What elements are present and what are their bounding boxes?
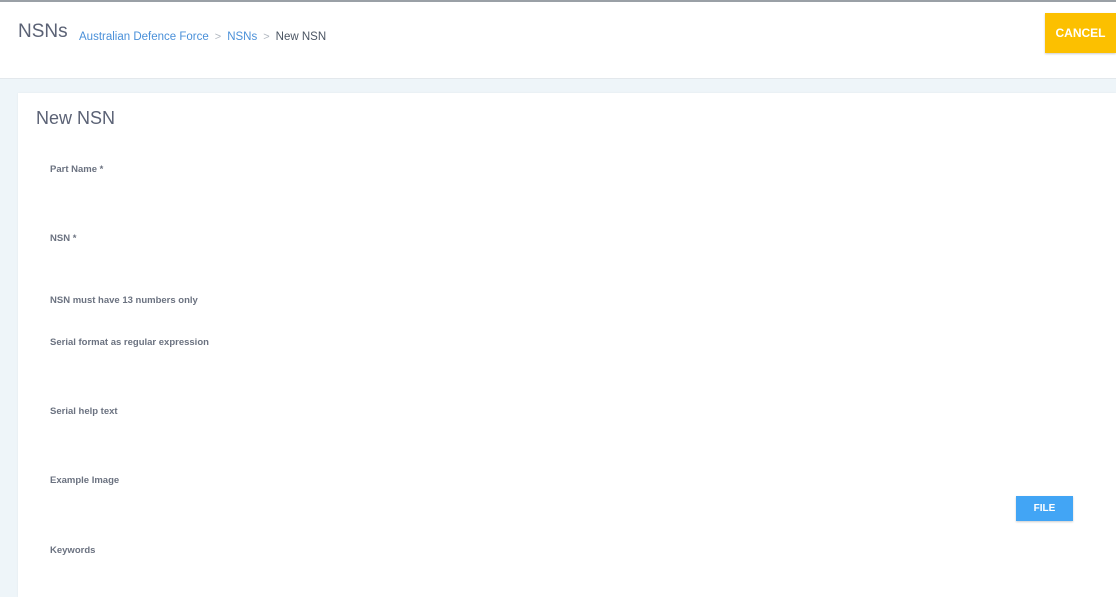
top-bar: NSNs Australian Defence Force > NSNs > N… [0, 0, 1116, 79]
nsn-hint: NSN must have 13 numbers only [50, 295, 198, 306]
serial-help-label: Serial help text [50, 406, 118, 417]
breadcrumb-separator-icon: > [214, 31, 222, 43]
nsn-input[interactable] [50, 252, 1084, 276]
breadcrumb-link-australian-defence-force[interactable]: Australian Defence Force [79, 31, 209, 43]
breadcrumb-link-nsns[interactable]: NSNs [227, 31, 257, 43]
cancel-button[interactable]: CANCEL [1045, 13, 1116, 53]
keywords-input[interactable] [50, 564, 1084, 588]
serial-format-label: Serial format as regular expression [50, 337, 209, 348]
serial-format-input[interactable] [50, 356, 1084, 380]
form-title: New NSN [36, 108, 116, 128]
file-upload-button[interactable]: FILE [1016, 496, 1073, 521]
page-title: NSNs [18, 21, 68, 42]
part-name-input[interactable] [50, 183, 1084, 207]
breadcrumb: Australian Defence Force > NSNs > New NS… [79, 31, 326, 43]
new-nsn-form-card: New NSN Part Name * NSN * NSN must have … [18, 93, 1116, 597]
breadcrumb-separator-icon: > [263, 31, 270, 43]
part-name-label: Part Name * [50, 164, 104, 175]
breadcrumb-current: New NSN [275, 31, 327, 43]
example-image-label: Example Image [50, 475, 120, 486]
nsn-label: NSN * [50, 233, 77, 244]
serial-help-input[interactable] [50, 425, 1084, 449]
keywords-label: Keywords [50, 545, 96, 556]
